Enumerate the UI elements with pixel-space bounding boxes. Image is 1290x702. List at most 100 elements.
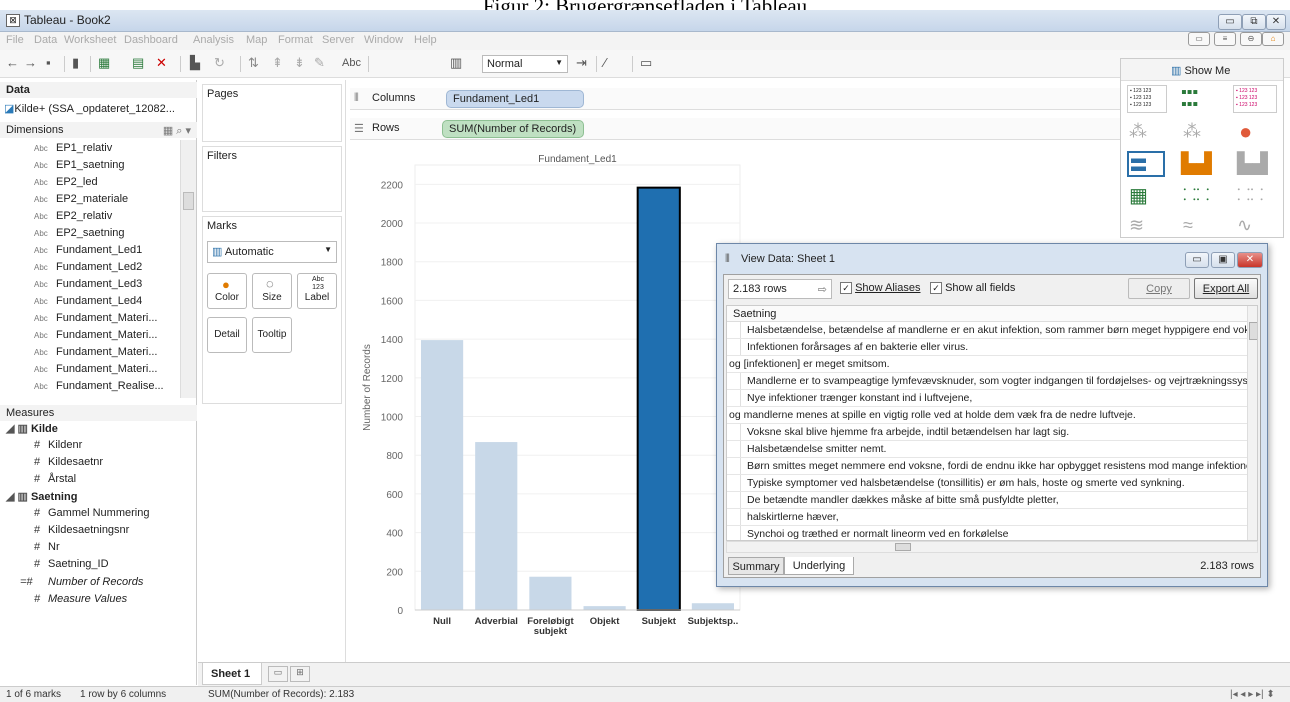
duplicate-icon[interactable]: ▤: [132, 55, 144, 71]
menu-file[interactable]: File: [6, 34, 24, 46]
data-icon[interactable]: ⊖: [1240, 32, 1262, 46]
table-row[interactable]: Halsbetændelse, betændelse af mandlerne …: [727, 322, 1247, 339]
dimension-item[interactable]: Abc Fundament_Materi...: [34, 346, 158, 358]
dimension-item[interactable]: Abc Fundament_Led3: [34, 278, 142, 290]
menu-server[interactable]: Server: [322, 34, 354, 46]
heat-map-chart-option[interactable]: ▪▪▪ ▪▪▪: [1181, 85, 1198, 113]
detail-button[interactable]: Detail: [207, 317, 247, 353]
sort-icon[interactable]: ⇅: [248, 55, 259, 71]
dimension-item[interactable]: Abc Fundament_Materi...: [34, 363, 158, 375]
measure-saetning-id[interactable]: # Saetning_ID: [34, 558, 109, 570]
filled-map-chart-option[interactable]: ⁂: [1183, 121, 1201, 142]
dimension-item[interactable]: Abc Fundament_Led4: [34, 295, 142, 307]
fix-axes-icon[interactable]: ⇥: [576, 55, 587, 71]
rows-pill[interactable]: SUM(Number of Records): [442, 120, 584, 138]
measure-kildenr[interactable]: # Kildenr: [34, 439, 82, 451]
show-labels-button[interactable]: Abc: [342, 57, 361, 69]
highlight-table-chart-option[interactable]: ▪ 123 123 ▪ 123 123 ▪ 123 123: [1233, 85, 1277, 113]
dialog-close-button[interactable]: ✕: [1237, 252, 1263, 268]
tab-sheet-1[interactable]: Sheet 1: [202, 663, 262, 685]
menu-map[interactable]: Map: [246, 34, 267, 46]
show-all-fields-checkbox[interactable]: ✓ Show all fields: [930, 282, 1015, 294]
dimension-item[interactable]: Abc EP1_relativ: [34, 142, 112, 154]
copy-button[interactable]: Copy: [1128, 278, 1190, 299]
menu-analysis[interactable]: Analysis: [193, 34, 234, 46]
layout-icon[interactable]: ≡: [1214, 32, 1236, 46]
measure-number-of-records[interactable]: =# Number of Records: [20, 576, 143, 588]
measure-aarstal[interactable]: # Årstal: [34, 473, 76, 485]
label-button[interactable]: Abc 123 Label: [297, 273, 337, 309]
dimension-item[interactable]: Abc EP2_led: [34, 176, 98, 188]
back-icon[interactable]: ←: [6, 55, 19, 70]
tooltip-icon[interactable]: ▭: [640, 55, 652, 71]
pie-chart-option[interactable]: ●: [1239, 119, 1252, 145]
measure-kildesaetnr[interactable]: # Kildesaetnr: [34, 456, 103, 468]
presentation-icon[interactable]: ▭: [1188, 32, 1210, 46]
dimension-item[interactable]: Abc Fundament_Led2: [34, 261, 142, 273]
dimension-item[interactable]: Abc Fundament_Led1: [34, 244, 142, 256]
tooltip-button[interactable]: Tooltip: [252, 317, 292, 353]
tab-underlying[interactable]: Underlying: [784, 557, 854, 575]
mark-type-select[interactable]: ▥ Automatic ▼: [207, 241, 337, 263]
group-kilde[interactable]: ◢ ▥ Kilde: [6, 422, 58, 435]
stacked-bar-chart-option[interactable]: ▙▟: [1181, 151, 1212, 176]
search-icon[interactable]: ▦ ⌕ ▾: [163, 124, 191, 138]
menu-data[interactable]: Data: [34, 34, 57, 46]
table-row[interactable]: Børn smittes meget nemmere end voksne, f…: [727, 458, 1247, 475]
column-header-saetning[interactable]: Saetning: [727, 306, 1247, 322]
table-row[interactable]: Synchoi og træthed er normalt lineorm ve…: [727, 526, 1247, 540]
dimension-item[interactable]: Abc EP2_saetning: [34, 227, 125, 239]
measure-nr[interactable]: # Nr: [34, 541, 60, 553]
new-dashboard-icon[interactable]: ⊞: [290, 666, 310, 682]
table-row[interactable]: Mandlerne er to svampeagtige lymfevævskn…: [727, 373, 1247, 390]
sort-desc-icon[interactable]: ⇟: [294, 55, 305, 71]
refresh-icon[interactable]: ↻: [214, 55, 225, 71]
menu-help[interactable]: Help: [414, 34, 437, 46]
table-row[interactable]: Infektionen forårsages af en bakterie el…: [727, 339, 1247, 356]
dialog-maximize-button[interactable]: ▣: [1211, 252, 1235, 268]
table-row[interactable]: De betændte mandler dækkes måske af bitt…: [727, 492, 1247, 509]
horizontal-scrollbar[interactable]: [726, 541, 1258, 553]
text-table-chart-option[interactable]: ▪ 123 123 ▪ 123 123 ▪ 123 123: [1127, 85, 1167, 113]
dimension-item[interactable]: AbcFundament_Realise...: [34, 397, 164, 398]
dimension-item[interactable]: Abc Fundament_Materi...: [34, 329, 158, 341]
dimension-item[interactable]: Abc EP2_relativ: [34, 210, 112, 222]
datasource-icon[interactable]: ▮: [72, 55, 79, 71]
table-row[interactable]: Typiske symptomer ved halsbetændelse (to…: [727, 475, 1247, 492]
measure-values[interactable]: # Measure Values: [34, 593, 127, 605]
map-chart-option[interactable]: ⁂: [1129, 121, 1147, 142]
close-button[interactable]: ✕: [1266, 14, 1286, 30]
dimension-item[interactable]: Abc EP1_saetning: [34, 159, 125, 171]
group-saetning[interactable]: ◢ ▥ Saetning: [6, 490, 77, 503]
size-button[interactable]: ◌ Size: [252, 273, 292, 309]
dimensions-scrollbar[interactable]: [180, 140, 196, 398]
area-chart-option[interactable]: ∿: [1237, 215, 1252, 236]
line-chart-option[interactable]: ≋: [1129, 215, 1144, 236]
vertical-scrollbar[interactable]: [1247, 306, 1257, 540]
menu-window[interactable]: Window: [364, 34, 403, 46]
side-circle-chart-option[interactable]: ⸬⸬: [1237, 183, 1264, 205]
pen-icon[interactable]: ⁄: [604, 55, 606, 70]
fit-select[interactable]: Normal ▼: [482, 55, 568, 73]
dimension-item[interactable]: Abc Fundament_Materi...: [34, 312, 158, 324]
sheet-nav-icon[interactable]: |◂ ◂ ▸ ▸| ⬍: [1230, 689, 1275, 700]
filters-card[interactable]: Filters: [202, 146, 342, 212]
swap-icon[interactable]: ▙: [190, 55, 200, 71]
chart-type-icon[interactable]: ▥: [450, 55, 462, 71]
table-row[interactable]: Nye infektioner trænger konstant ind i l…: [727, 390, 1247, 407]
dimension-item[interactable]: AbcFundament_Realise...: [34, 380, 164, 392]
clear-sheet-icon[interactable]: ✕: [156, 55, 167, 71]
row-count-field[interactable]: 2.183 rows ⇨: [728, 279, 832, 299]
show-me-header[interactable]: ▥ Show Me: [1121, 59, 1283, 81]
restore-button[interactable]: ⧉: [1242, 14, 1266, 30]
save-icon[interactable]: ▪: [46, 55, 51, 70]
new-sheet-icon[interactable]: ▦: [98, 55, 110, 71]
table-row[interactable]: Halsbetændelse smitter nemt.: [727, 441, 1247, 458]
export-all-button[interactable]: Export All: [1194, 278, 1258, 299]
new-worksheet-icon[interactable]: ▭: [268, 666, 288, 682]
side-by-side-bar-option[interactable]: ▙▟: [1237, 151, 1268, 176]
measure-kildesaetningsnr[interactable]: # Kildesaetningsnr: [34, 524, 129, 536]
table-row[interactable]: og mandlerne menes at spille en vigtig r…: [727, 407, 1247, 424]
dimension-item[interactable]: Abc EP2_materiale: [34, 193, 128, 205]
minimize-button[interactable]: ▭: [1218, 14, 1242, 30]
